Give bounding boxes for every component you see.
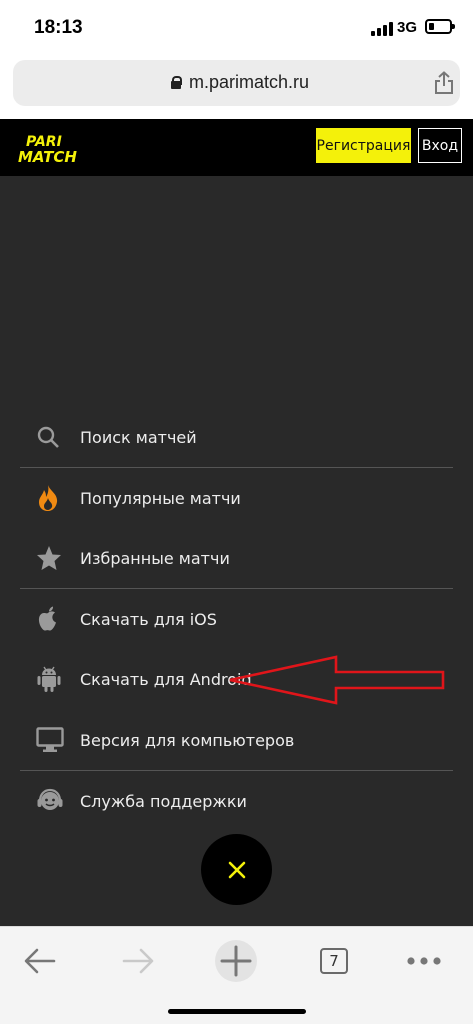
register-button[interactable]: Регистрация <box>316 128 411 163</box>
menu-item-label: Скачать для iOS <box>80 609 217 629</box>
tabs-button[interactable]: 7 <box>312 939 356 983</box>
home-indicator <box>168 1009 306 1014</box>
address-bar[interactable]: m.parimatch.ru <box>13 60 460 106</box>
lock-icon <box>170 76 182 89</box>
menu-item-label: Скачать для Android <box>80 669 252 689</box>
close-icon <box>228 861 245 878</box>
svg-text:MATCH: MATCH <box>18 148 77 164</box>
more-dots-icon <box>407 957 441 965</box>
menu-item-popular[interactable]: Популярные матчи <box>20 468 453 528</box>
menu-item-label: Версия для компьютеров <box>80 730 295 750</box>
star-icon <box>20 528 80 588</box>
menu-item-label: Поиск матчей <box>80 427 197 447</box>
menu-item-download-ios[interactable]: Скачать для iOS <box>20 589 453 649</box>
android-icon <box>20 649 80 709</box>
forward-button[interactable] <box>116 939 160 983</box>
network-type: 3G <box>397 19 418 36</box>
fire-icon <box>20 468 80 528</box>
tabs-count: 7 <box>320 948 348 974</box>
apple-icon <box>20 589 80 649</box>
status-bar: 18:13 3G <box>0 0 473 56</box>
new-tab-button[interactable] <box>214 939 258 983</box>
menu-item-label: Избранные матчи <box>80 548 230 568</box>
parimatch-logo[interactable]: PARI MATCH <box>14 132 112 164</box>
arrow-right-icon <box>122 948 154 974</box>
menu-item-favorites[interactable]: Избранные матчи <box>20 528 453 588</box>
menu-item-label: Служба поддержки <box>80 791 247 811</box>
monitor-icon <box>20 710 80 770</box>
login-button[interactable]: Вход <box>418 128 462 163</box>
close-menu-button[interactable] <box>201 834 272 905</box>
more-menu-button[interactable] <box>402 939 446 983</box>
menu-item-search[interactable]: Поиск матчей <box>20 407 453 467</box>
arrow-left-icon <box>24 948 56 974</box>
url-text[interactable]: m.parimatch.ru <box>189 72 309 93</box>
status-time: 18:13 <box>34 17 83 38</box>
share-icon[interactable] <box>433 71 455 95</box>
plus-icon <box>215 940 257 982</box>
menu-item-label: Популярные матчи <box>80 488 241 508</box>
battery-icon <box>425 19 455 34</box>
menu-item-support[interactable]: Служба поддержки <box>20 771 453 831</box>
signal-strength-icon <box>371 22 393 36</box>
search-icon <box>20 407 80 467</box>
menu-item-desktop-version[interactable]: Версия для компьютеров <box>20 710 453 770</box>
support-icon <box>20 771 80 831</box>
back-button[interactable] <box>18 939 62 983</box>
menu-item-download-android[interactable]: Скачать для Android <box>20 649 453 709</box>
